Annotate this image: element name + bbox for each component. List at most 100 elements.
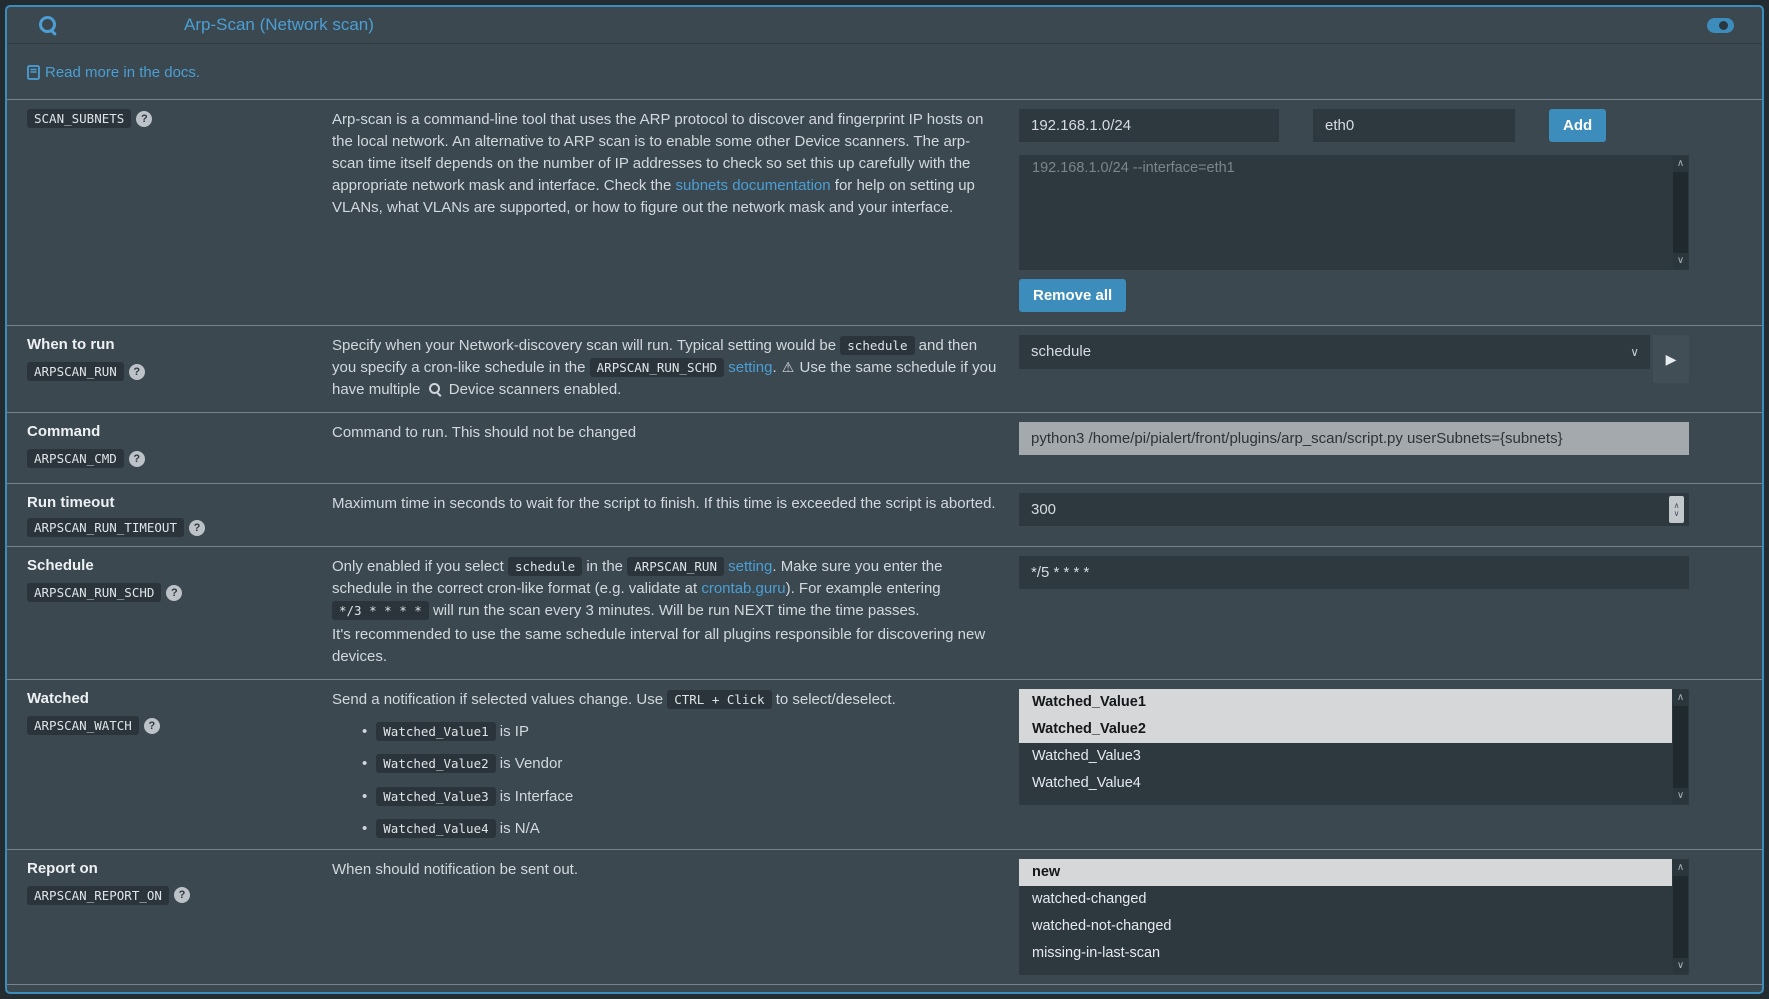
add-button[interactable]: Add (1549, 109, 1606, 142)
magnifier-icon (428, 382, 442, 395)
run-select-value: schedule (1031, 343, 1091, 360)
subnets-listbox[interactable]: 192.168.1.0/24 --interface=eth1 ∧ ∨ (1019, 155, 1689, 270)
inline-link[interactable]: setting (728, 558, 772, 575)
option[interactable]: 192.168.1.0/24 --interface=eth1 (1019, 155, 1672, 182)
schedule-input[interactable]: */5 * * * * (1019, 556, 1689, 589)
setting-key-badge: ARPSCAN_CMD (27, 449, 124, 468)
setting-title: Report on (27, 860, 332, 877)
docs-bar: Read more in the docs. (7, 44, 1762, 99)
help-icon[interactable]: ? (129, 364, 145, 380)
option[interactable]: watched-changed (1019, 886, 1672, 913)
description-text: Maximum time in seconds to wait for the … (332, 495, 996, 512)
setting-row-scan-subnets: SCAN_SUBNETS ? Arp-scan is a command-lin… (7, 99, 1762, 325)
settings-panel: Arp-Scan (Network scan) Read more in the… (5, 5, 1764, 994)
report-on-multiselect[interactable]: newwatched-changedwatched-not-changedmis… (1019, 859, 1689, 975)
setting-row-report-on: Report on ARPSCAN_REPORT_ON ? When shoul… (7, 849, 1762, 984)
scrollbar[interactable]: ∧ ∨ (1673, 156, 1688, 269)
interface-input[interactable]: eth0 (1313, 109, 1515, 142)
description-text: is N/A (496, 820, 540, 837)
help-icon[interactable]: ? (144, 718, 160, 734)
help-icon[interactable]: ? (174, 887, 190, 903)
inline-code-badge: schedule (840, 336, 914, 355)
option[interactable]: new (1019, 859, 1672, 886)
inline-code-badge: */3 * * * * (332, 601, 429, 620)
plugin-enabled-toggle[interactable] (1707, 18, 1734, 33)
description-text: . (772, 359, 780, 376)
setting-row-arguments: Arguments ARPSCAN_ARGS ? Arguments to ru… (7, 984, 1762, 994)
description-text: in the (582, 558, 627, 575)
setting-description: When should notification be sent out. (332, 859, 997, 975)
help-icon[interactable]: ? (129, 451, 145, 467)
setting-key-badge: SCAN_SUBNETS (27, 109, 131, 128)
description-text: ). For example entering (786, 580, 941, 597)
description-text: It's recommended to use the same schedul… (332, 626, 985, 665)
page-title: Arp-Scan (Network scan) (184, 15, 374, 35)
setting-row-schedule: Schedule ARPSCAN_RUN_SCHD ? Only enabled… (7, 546, 1762, 679)
inline-code-badge: Watched_Value4 (376, 819, 495, 838)
scroll-down-icon[interactable]: ∨ (1673, 253, 1688, 269)
setting-description: Arp-scan is a command-line tool that use… (332, 109, 997, 316)
watched-multiselect[interactable]: Watched_Value1Watched_Value2Watched_Valu… (1019, 689, 1689, 805)
inline-link[interactable]: subnets documentation (676, 177, 831, 194)
scrollbar-track[interactable] (1673, 706, 1688, 788)
setting-title: Watched (27, 690, 332, 707)
scrollbar[interactable]: ∧ ∨ (1673, 860, 1688, 974)
inline-code-badge: ARPSCAN_RUN (627, 557, 724, 576)
option[interactable]: Watched_Value3 (1019, 743, 1672, 770)
description-text: is Interface (496, 788, 574, 805)
setting-row-when-to-run: When to run ARPSCAN_RUN ? Specify when y… (7, 325, 1762, 412)
description-text: to select/deselect. (772, 691, 896, 708)
inline-code-badge: Watched_Value3 (376, 787, 495, 806)
inline-link[interactable]: setting (728, 359, 772, 376)
inline-code-badge: ARPSCAN_RUN_SCHD (590, 358, 724, 377)
option[interactable]: Watched_Value2 (1019, 716, 1672, 743)
setting-key-badge: ARPSCAN_REPORT_ON (27, 886, 169, 905)
option[interactable]: missing-in-last-scan (1019, 940, 1672, 967)
option[interactable]: Watched_Value1 (1019, 689, 1672, 716)
option[interactable]: Watched_Value4 (1019, 770, 1672, 797)
setting-title: Run timeout (27, 494, 332, 511)
setting-title: Command (27, 423, 332, 440)
setting-description: Send a notification if selected values c… (332, 689, 997, 839)
timeout-input[interactable]: 300 ∧∨ (1019, 493, 1689, 526)
scroll-down-icon[interactable]: ∨ (1673, 788, 1688, 804)
help-icon[interactable]: ? (166, 585, 182, 601)
search-icon[interactable] (37, 14, 59, 36)
run-now-button[interactable]: ▶ (1653, 335, 1689, 383)
play-icon: ▶ (1666, 351, 1677, 368)
scroll-up-icon[interactable]: ∧ (1673, 156, 1688, 172)
help-icon[interactable]: ? (189, 520, 205, 536)
inline-link[interactable]: crontab.guru (701, 580, 785, 597)
option[interactable]: watched-not-changed (1019, 913, 1672, 940)
docs-link[interactable]: Read more in the docs. (27, 64, 200, 81)
setting-key-badge: ARPSCAN_RUN_TIMEOUT (27, 518, 184, 537)
setting-key-badge: ARPSCAN_RUN_SCHD (27, 583, 161, 602)
description-text: When should notification be sent out. (332, 861, 578, 878)
setting-row-watched: Watched ARPSCAN_WATCH ? Send a notificat… (7, 679, 1762, 848)
scroll-up-icon[interactable]: ∧ (1673, 690, 1688, 706)
inline-code-badge: Watched_Value1 (376, 722, 495, 741)
description-text: is Vendor (496, 755, 563, 772)
inline-code-badge: CTRL + Click (667, 690, 771, 709)
scrollbar-track[interactable] (1673, 876, 1688, 958)
chevron-down-icon: ∨ (1630, 335, 1639, 369)
remove-all-button[interactable]: Remove all (1019, 279, 1126, 312)
description-text: Send a notification if selected values c… (332, 691, 667, 708)
description-text: Command to run. This should not be chang… (332, 424, 636, 441)
timeout-value: 300 (1031, 501, 1056, 518)
warning-icon: ⚠ (782, 359, 795, 375)
panel-header: Arp-Scan (Network scan) (7, 7, 1762, 44)
run-select[interactable]: schedule ∨ (1019, 335, 1650, 369)
scroll-down-icon[interactable]: ∨ (1673, 958, 1688, 974)
description-text: will run the scan every 3 minutes. Will … (429, 602, 920, 619)
description-text: is IP (496, 723, 529, 740)
subnet-input[interactable]: 192.168.1.0/24 (1019, 109, 1279, 142)
scroll-up-icon[interactable]: ∧ (1673, 860, 1688, 876)
bullet-dot: • (362, 755, 367, 772)
setting-key-badge: ARPSCAN_RUN (27, 362, 124, 381)
scrollbar[interactable]: ∧ ∨ (1673, 690, 1688, 804)
scrollbar-track[interactable] (1673, 172, 1688, 253)
number-spinner-icon[interactable]: ∧∨ (1669, 496, 1684, 523)
docs-link-label: Read more in the docs. (45, 64, 200, 81)
help-icon[interactable]: ? (136, 111, 152, 127)
